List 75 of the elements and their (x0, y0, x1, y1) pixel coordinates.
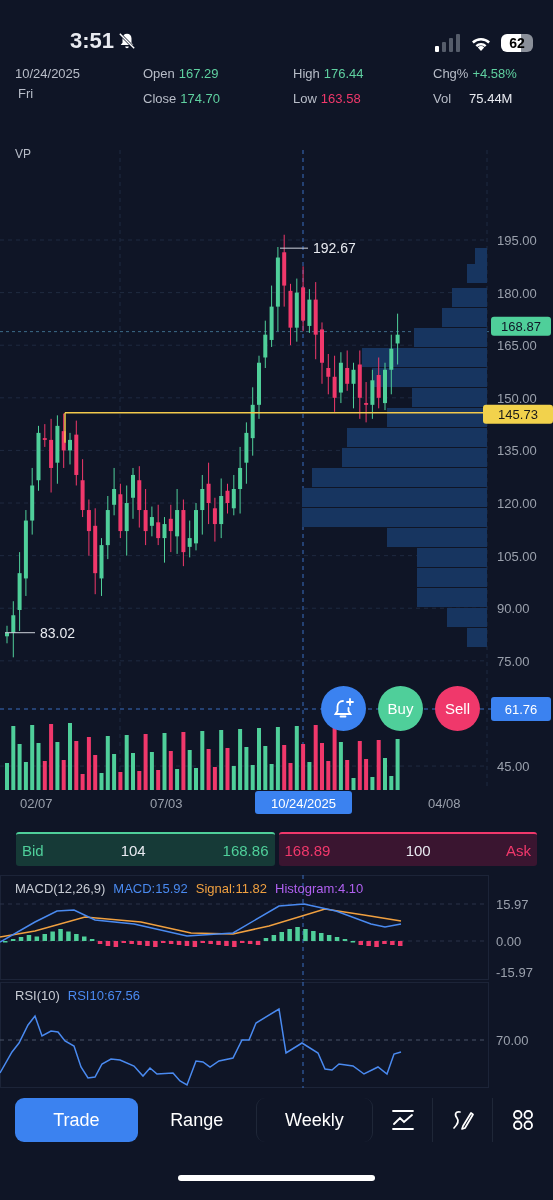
stat-label: High (293, 66, 320, 83)
stat-value: 174.70 (180, 90, 220, 108)
level-price-label: 145.73 (483, 404, 553, 424)
bid-label: Bid (22, 841, 44, 859)
ask-size: 100 (405, 841, 431, 859)
stat-value: 75.44M (469, 90, 513, 108)
price-axis-label: 105.00 (497, 548, 537, 564)
volume-profile-bar (417, 568, 487, 587)
macd-axis-label: -15.97 (496, 965, 533, 980)
high-price-marker: 192.67 (313, 240, 356, 257)
toolbar-tab[interactable]: Weekly (255, 1098, 374, 1142)
sell-button[interactable]: Sell (435, 686, 480, 731)
stat-value: 163.58 (320, 90, 361, 108)
stat-label: Close (143, 90, 177, 108)
status-time: 3:51 (70, 28, 115, 54)
candle (383, 362, 387, 411)
rsi-title: RSI(10) (15, 988, 60, 1003)
stat-label: Low (293, 90, 317, 108)
rsi-axis-label: 70.00 (496, 1033, 529, 1048)
candle (5, 625, 9, 644)
stat-value: 176.44 (323, 66, 364, 83)
leader-line (279, 247, 309, 249)
ask-label: Ask (506, 841, 531, 859)
line-chart-icon (390, 1109, 415, 1131)
toolbar-tab[interactable]: Range (137, 1098, 256, 1142)
bell-muted-icon (118, 32, 137, 50)
date-axis-label: 02/07 (20, 796, 53, 811)
buy-button[interactable]: Buy (378, 686, 423, 731)
macd-value: Signal:11.82 (195, 881, 268, 896)
macd-value: Histogram:4.10 (275, 881, 364, 896)
toolbar-tab[interactable]: Trade (15, 1098, 138, 1142)
date-axis-label: 04/08 (428, 796, 461, 811)
low-price-marker: 83.02 (40, 624, 76, 641)
price-axis-label: 45.00 (497, 759, 530, 775)
macd-value: MACD:15.92 (113, 881, 188, 896)
price-axis-label: 90.00 (497, 601, 530, 617)
stat-label: Chg% (433, 66, 469, 83)
candle (131, 467, 135, 520)
grid-icon (512, 1109, 535, 1131)
add-alert-button[interactable] (321, 686, 366, 731)
battery-icon: 62 (501, 34, 533, 52)
bid-price: 168.86 (222, 841, 269, 859)
volume-profile-bar (417, 548, 487, 567)
price-axis-label: 195.00 (497, 233, 537, 248)
stat-label: Open (143, 66, 175, 83)
price-axis-label: 180.00 (497, 285, 537, 301)
date-axis-label: 07/03 (150, 796, 183, 811)
quote-weekday: Fri (17, 86, 35, 101)
candle (320, 321, 324, 385)
macd-axis-label: 15.97 (496, 897, 529, 912)
stat-label: Vol (433, 90, 452, 108)
price-axis-label: 165.00 (497, 338, 537, 354)
rsi-value: RSI10:67.56 (67, 988, 141, 1003)
stat-value: +4.58% (472, 66, 517, 83)
price-axis-label: 135.00 (497, 443, 537, 459)
ask-price: 168.89 (284, 841, 331, 859)
volume-profile-bar (452, 288, 487, 307)
candle (68, 432, 72, 465)
price-axis-label: 75.00 (497, 653, 530, 669)
stat-value: 167.29 (178, 66, 219, 83)
cursor-price-label: 61.76 (491, 697, 551, 721)
signal-icon (435, 34, 461, 52)
pen-icon (450, 1108, 475, 1132)
last-price-label: 168.87 (491, 316, 551, 336)
price-axis-label: 150.00 (497, 390, 537, 406)
macd-title: MACD(12,26,9) (15, 881, 106, 896)
candle (194, 502, 198, 551)
price-axis-label: 120.00 (497, 496, 537, 511)
macd-axis-label: 0.00 (496, 934, 522, 949)
cursor-date-label: 10/24/2025 (255, 791, 352, 814)
bid-size: 104 (120, 841, 146, 859)
quote-date: 10/24/2025 (15, 66, 82, 81)
candle (257, 355, 261, 420)
indicator-label: VP (15, 147, 31, 161)
leader-line (4, 632, 36, 634)
